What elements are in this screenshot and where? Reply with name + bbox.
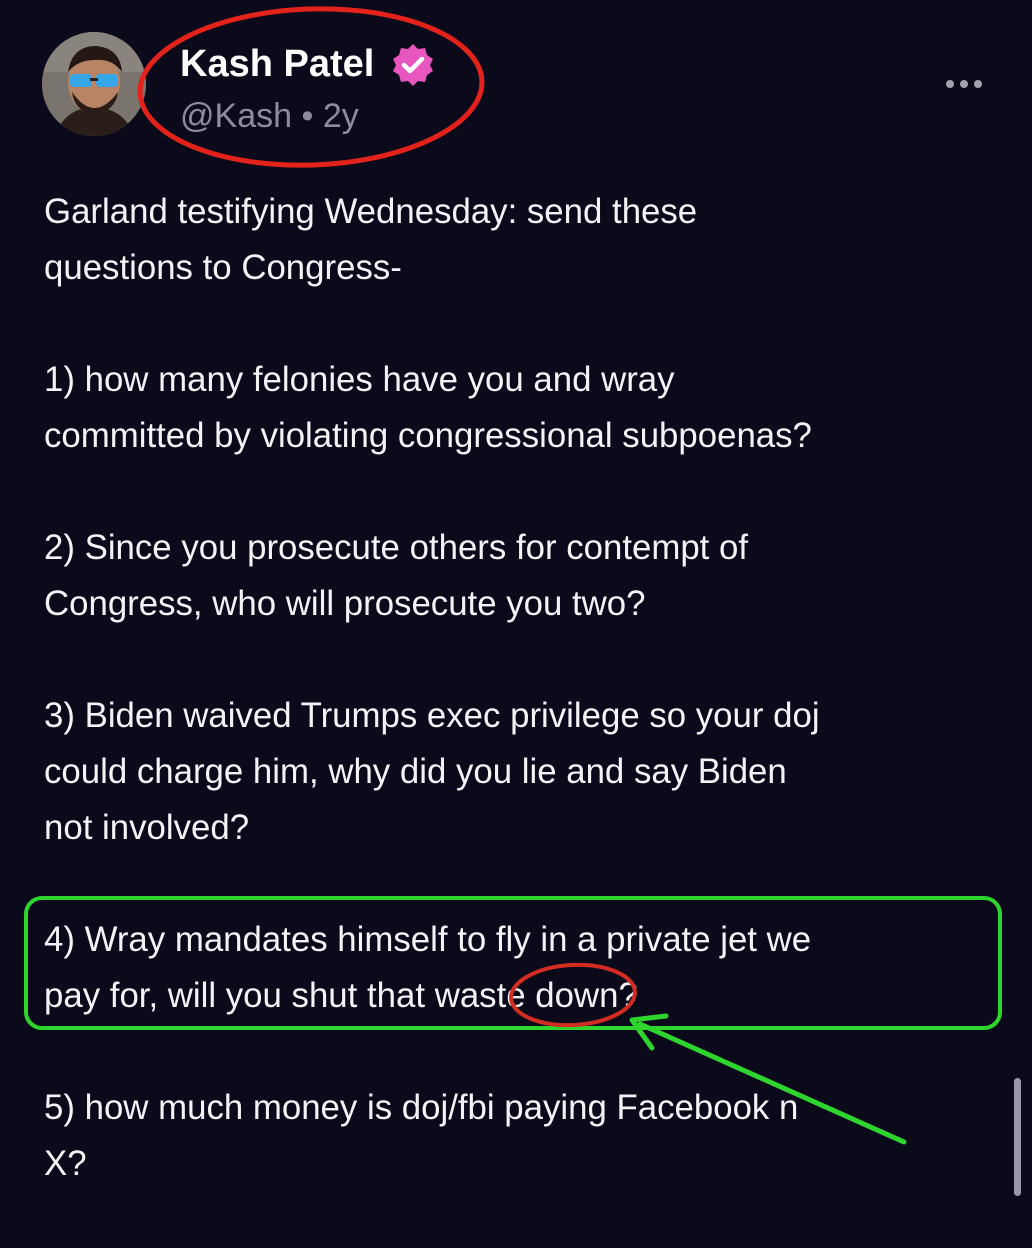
avatar-photo bbox=[42, 32, 146, 136]
post-body: Garland testifying Wednesday: send these… bbox=[44, 184, 1004, 1248]
post-age: 2y bbox=[322, 97, 359, 135]
avatar[interactable] bbox=[42, 32, 146, 136]
post-line: 1) how many felonies have you and wray bbox=[44, 360, 675, 399]
post-line: 2) Since you prosecute others for contem… bbox=[44, 528, 749, 567]
more-horizontal-icon[interactable] bbox=[936, 66, 992, 102]
question-5: 5) how much money is doj/fbi paying Face… bbox=[44, 1080, 1004, 1192]
post-line: 3) Biden waived Trumps exec privilege so… bbox=[44, 696, 820, 735]
post-line: 4) Wray mandates himself to fly in a pri… bbox=[44, 920, 812, 959]
question-1: 1) how many felonies have you and wray c… bbox=[44, 352, 1004, 464]
question-4: 4) Wray mandates himself to fly in a pri… bbox=[44, 912, 1004, 1024]
author-handle[interactable]: @Kash bbox=[180, 97, 292, 135]
question-2: 2) Since you prosecute others for contem… bbox=[44, 520, 1004, 632]
scrollbar[interactable] bbox=[1014, 1078, 1021, 1196]
question-3: 3) Biden waived Trumps exec privilege so… bbox=[44, 688, 1004, 856]
post-line: could charge him, why did you lie and sa… bbox=[44, 752, 787, 791]
post-line: committed by violating congressional sub… bbox=[44, 416, 812, 455]
post-intro: Garland testifying Wednesday: send these… bbox=[44, 184, 1004, 296]
post-line: Garland testifying Wednesday: send these bbox=[44, 192, 698, 231]
post-line: X? bbox=[44, 1144, 87, 1183]
verified-badge-icon bbox=[390, 42, 436, 88]
meta-separator: • bbox=[301, 97, 314, 135]
post-line: questions to Congress- bbox=[44, 248, 402, 287]
post-line: 5) how much money is doj/fbi paying Face… bbox=[44, 1088, 799, 1127]
post-line: Congress, who will prosecute you two? bbox=[44, 584, 646, 623]
post-line: not involved? bbox=[44, 808, 250, 847]
author-handle-line: @Kash • 2y bbox=[180, 92, 359, 140]
post-line: pay for, will you shut that waste down? bbox=[44, 976, 638, 1015]
author-display-name[interactable]: Kash Patel bbox=[180, 38, 374, 90]
